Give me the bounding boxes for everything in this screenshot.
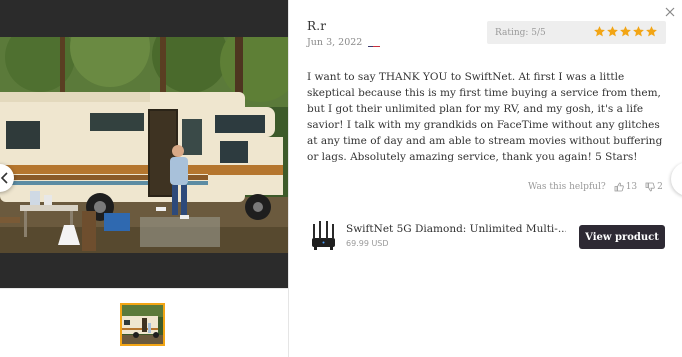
star-rating [593, 25, 658, 38]
helpful-upvote-button[interactable]: 13 [614, 182, 637, 192]
close-button[interactable] [663, 4, 677, 18]
rating-box: Rating: 5/5 [487, 21, 666, 44]
next-review-button[interactable] [671, 162, 682, 196]
star-icon [646, 26, 657, 37]
review-date: Jun 3, 2022 [307, 37, 363, 48]
photo-viewer [0, 0, 288, 288]
star-icon [607, 26, 618, 37]
thumbs-up-icon [614, 182, 624, 192]
thumbnail-strip [0, 288, 288, 357]
review-pane: R.r Jun 3, 2022 Rating: 5/5 I want to sa… [289, 0, 682, 357]
upvote-count: 13 [625, 182, 638, 192]
downvote-count: 2 [657, 182, 663, 192]
view-product-button[interactable]: View product [579, 225, 665, 249]
review-meta: Jun 3, 2022 [307, 37, 381, 48]
review-photo[interactable] [0, 37, 288, 253]
helpful-question: Was this helpful? [528, 182, 606, 192]
review-text: I want to say THANK YOU to SwiftNet. At … [307, 71, 663, 163]
product-name[interactable]: SwiftNet 5G Diamond: Unlimited Multi-... [346, 223, 566, 235]
helpful-row: Was this helpful? 13 2 [528, 181, 668, 193]
star-icon [620, 26, 631, 37]
star-icon [633, 26, 644, 37]
photo-thumbnail[interactable] [120, 303, 165, 346]
thumbs-down-icon [645, 182, 655, 192]
star-icon [594, 26, 605, 37]
product-price: 69.99 USD [346, 239, 389, 248]
us-flag-icon [368, 39, 381, 47]
router-product-image [312, 221, 335, 250]
helpful-downvote-button[interactable]: 2 [645, 182, 663, 192]
media-pane [0, 0, 288, 357]
close-icon [665, 7, 675, 17]
rating-label: Rating: 5/5 [495, 27, 546, 38]
chevron-left-icon [0, 172, 8, 184]
reviewer-name: R.r [307, 19, 327, 33]
reviewed-product: SwiftNet 5G Diamond: Unlimited Multi-...… [307, 216, 667, 256]
